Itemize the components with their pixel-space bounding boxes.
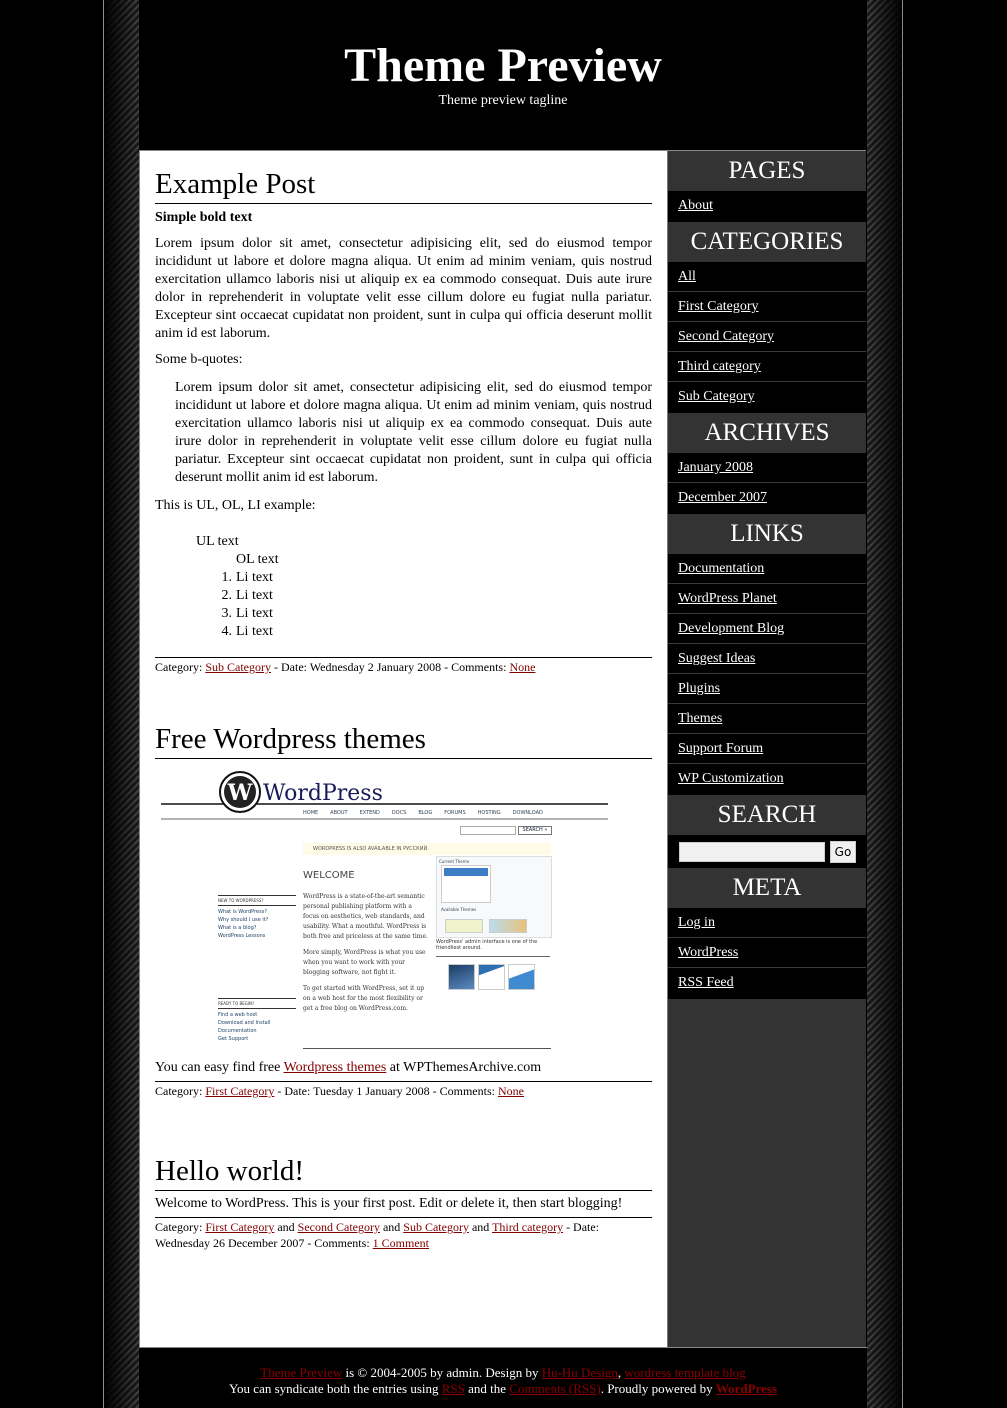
widget-title: ARCHIVES [668, 413, 866, 453]
category-link[interactable]: Sub Category [403, 1220, 469, 1234]
site-header: Theme Preview Theme preview tagline [139, 0, 867, 150]
sidebar-item-login: Log in [668, 908, 866, 938]
category-link[interactable]: Second Category [298, 1220, 380, 1234]
sidebar-item-link: Support Forum [668, 734, 866, 764]
sidebar-item-archive: December 2007 [668, 483, 866, 514]
site-tagline: Theme preview tagline [438, 93, 568, 108]
post-meta: Category: Sub Category - Date: Wednesday… [155, 657, 652, 675]
list-intro: This is UL, OL, LI example: [155, 498, 316, 513]
post-title[interactable]: Example Post [155, 167, 652, 204]
footer-comments-rss-link[interactable]: Comments (RSS) [509, 1381, 600, 1396]
left-edge-line [103, 0, 104, 1408]
post-meta: Category: First Category - Date: Tuesday… [155, 1081, 652, 1099]
list-item: 1. Li text [221, 570, 273, 585]
list-item: 4. Li text [221, 624, 273, 639]
sidebar-item-link: Development Blog [668, 614, 866, 644]
widget-categories: CATEGORIES All First Category Second Cat… [668, 222, 866, 413]
right-edge-line [902, 0, 903, 1408]
search-form: Go [668, 835, 866, 868]
sidebar-item-link: WP Customization [668, 764, 866, 795]
site-title[interactable]: Theme Preview [139, 38, 867, 94]
post-paragraph: Welcome to WordPress. This is your first… [155, 1196, 623, 1211]
ul-text: UL text [196, 534, 239, 549]
list-item: 2. Li text [221, 588, 273, 603]
sidebar-item-archive: January 2008 [668, 453, 866, 483]
svg-text:WordPress: WordPress [263, 781, 383, 806]
screenshot-nav: HOME ABOUT EXTEND DOCS BLOG FORUMS HOSTING DOWN… [303, 810, 543, 816]
comments-link[interactable]: None [509, 660, 535, 674]
page-wrapper: Theme Preview Theme preview tagline Exam… [139, 0, 867, 1408]
footer-line-2: You can syndicate both the entries using… [228, 1381, 778, 1396]
footer-wordpress-link[interactable]: WordPress [716, 1381, 777, 1396]
footer-design-link[interactable]: Hu-Hu Design [542, 1365, 618, 1380]
main-content: Example Post Simple bold text Lorem ipsu… [139, 150, 667, 1347]
unordered-list: UL text OL text 1. Li text 2. Li text 3. Li… [196, 533, 652, 641]
footer-site-link[interactable]: Theme Preview [260, 1365, 342, 1380]
comments-link[interactable]: 1 Comment [373, 1236, 429, 1250]
wordpress-themes-link[interactable]: Wordpress themes [284, 1060, 387, 1075]
widget-search: SEARCH Go [668, 795, 866, 868]
site-footer: Theme Preview is © 2004-2005 by admin. D… [139, 1347, 867, 1408]
footer-line-1: Theme Preview is © 2004-2005 by admin. D… [260, 1365, 746, 1380]
post-paragraph: You can easy find free Wordpress themes … [155, 1060, 542, 1075]
post-example: Example Post Simple bold text Lorem ipsu… [155, 167, 652, 675]
post-free-themes: Free Wordpress themes W WordPress HOME AB… [155, 722, 652, 1099]
sidebar-item-link: Themes [668, 704, 866, 734]
widget-title: CATEGORIES [668, 222, 866, 262]
right-border-stripe [867, 0, 903, 1408]
sidebar: PAGES About CATEGORIES All First Categor… [667, 150, 866, 1347]
widget-title: LINKS [668, 514, 866, 554]
comments-link[interactable]: None [498, 1084, 524, 1098]
post-title[interactable]: Free Wordpress themes [155, 722, 652, 759]
svg-text:W: W [227, 780, 253, 806]
post-paragraph: Lorem ipsum dolor sit amet, consectetur … [155, 236, 652, 341]
widget-links: LINKS Documentation WordPress Planet Dev… [668, 514, 866, 795]
widget-title: SEARCH [668, 795, 866, 835]
sidebar-item-category: Third category [668, 352, 866, 382]
sidebar-item-about: About [668, 191, 866, 222]
category-link[interactable]: Sub Category [205, 660, 271, 674]
widget-meta: META Log in WordPress RSS Feed [668, 868, 866, 999]
blockquote: Lorem ipsum dolor sit amet, consectetur … [175, 380, 652, 485]
widget-title: PAGES [668, 151, 866, 191]
sidebar-item-link: WordPress Planet [668, 584, 866, 614]
bquote-intro: Some b-quotes: [155, 352, 243, 367]
sidebar-item-category: Sub Category [668, 382, 866, 413]
footer-template-link[interactable]: wordress template blog [624, 1365, 745, 1380]
sidebar-item-category: First Category [668, 292, 866, 322]
sidebar-item-rss: RSS Feed [668, 968, 866, 999]
search-input[interactable] [679, 841, 825, 862]
search-go-button[interactable]: Go [830, 840, 856, 863]
category-link[interactable]: First Category [205, 1220, 274, 1234]
post-title[interactable]: Hello world! [155, 1154, 652, 1191]
list-item: 3. Li text [221, 606, 273, 621]
sidebar-item-link: Suggest Ideas [668, 644, 866, 674]
bold-text: Simple bold text [155, 210, 253, 225]
footer-rss-link[interactable]: RSS [442, 1381, 465, 1396]
ol-text: OL text [236, 552, 279, 567]
left-border-stripe [104, 0, 140, 1408]
widget-title: META [668, 868, 866, 908]
category-link[interactable]: Third category [492, 1220, 563, 1234]
sidebar-item-wordpress: WordPress [668, 938, 866, 968]
post-meta: Category: First Category and Second Cate… [155, 1217, 652, 1251]
sidebar-item-category: Second Category [668, 322, 866, 352]
ordered-list: 1. Li text 2. Li text 3. Li text 4. Li text [196, 569, 652, 641]
widget-archives: ARCHIVES January 2008 December 2007 [668, 413, 866, 514]
category-link[interactable]: First Category [205, 1084, 274, 1098]
widget-pages: PAGES About [668, 151, 866, 222]
wordpress-screenshot-image[interactable]: W WordPress HOME ABOUT EXTEND DOCS BLOG FORUM… [158, 767, 608, 1057]
sidebar-item-link: Plugins [668, 674, 866, 704]
post-hello-world: Hello world! Welcome to WordPress. This … [155, 1154, 652, 1251]
sidebar-item-category: All [668, 262, 866, 292]
sidebar-item-link: Documentation [668, 554, 866, 584]
